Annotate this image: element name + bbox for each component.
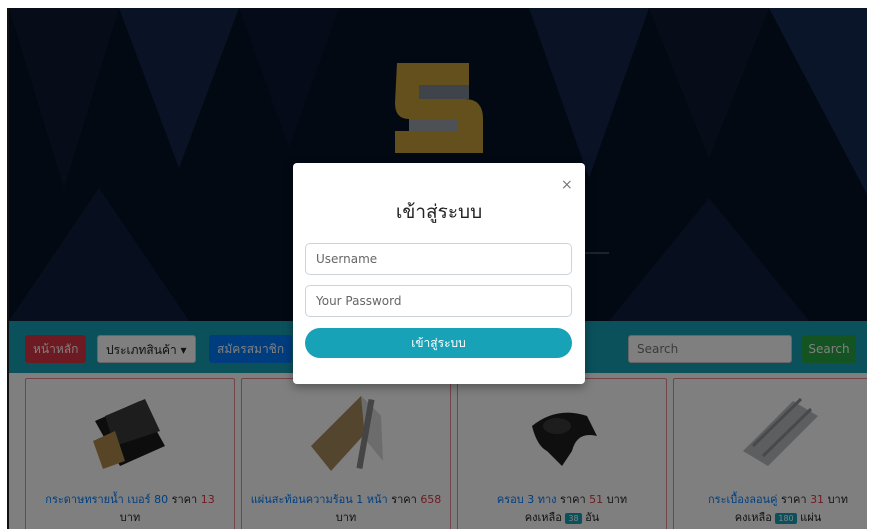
password-input[interactable]: Your Password bbox=[305, 285, 572, 317]
login-submit-button[interactable]: เข้าสู่ระบบ bbox=[305, 328, 572, 358]
browser-content: หน้าหลัก ประเภทสินค้า ▾ สมัครสมาชิก Sear… bbox=[7, 8, 867, 529]
login-modal: × เข้าสู่ระบบ Username Your Password เข้… bbox=[293, 163, 585, 384]
modal-title: เข้าสู่ระบบ bbox=[395, 201, 483, 223]
close-icon[interactable]: × bbox=[561, 177, 573, 193]
username-input[interactable]: Username bbox=[305, 243, 572, 275]
page: หน้าหลัก ประเภทสินค้า ▾ สมัครสมาชิก Sear… bbox=[0, 0, 870, 529]
